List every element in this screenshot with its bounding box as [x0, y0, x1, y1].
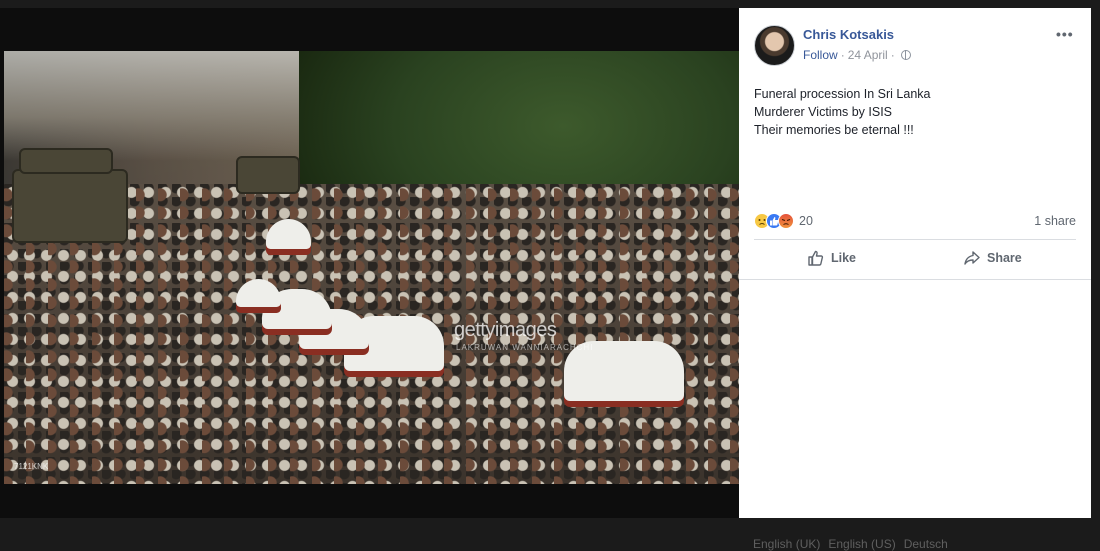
like-button[interactable]: Like: [807, 249, 856, 267]
author-name[interactable]: Chris Kotsakis: [803, 27, 894, 42]
share-count[interactable]: 1 share: [1034, 214, 1076, 228]
post-text-line: Murderer Victims by ISIS: [754, 105, 893, 119]
post-text: Funeral procession In Sri Lanka Murderer…: [754, 85, 1074, 139]
like-label: Like: [831, 251, 857, 265]
photo-viewer: gettyimages LAKRUWAN WANNIARACHCHI 7121K…: [0, 8, 739, 518]
globe-icon: [900, 50, 911, 60]
getty-watermark: gettyimages: [454, 319, 557, 341]
more-options-icon[interactable]: •••: [1056, 26, 1074, 42]
language-links: English (UK) English (US) Deutsch: [753, 537, 948, 551]
post-text-line: Their memories be eternal !!!: [754, 123, 914, 137]
photo-id: 7121KNK: [14, 462, 49, 471]
angry-reaction-icon: [778, 213, 794, 229]
post-photo[interactable]: gettyimages LAKRUWAN WANNIARACHCHI 7121K…: [4, 51, 739, 484]
post-text-line: Funeral procession In Sri Lanka: [754, 87, 931, 101]
language-link[interactable]: English (US): [828, 537, 895, 551]
share-label: Share: [987, 251, 1022, 265]
follow-link[interactable]: Follow: [803, 48, 838, 62]
getty-credit: LAKRUWAN WANNIARACHCHI: [456, 343, 594, 352]
share-button[interactable]: Share: [963, 249, 1022, 267]
meta-separator: ·: [890, 48, 895, 62]
reaction-count: 20: [799, 214, 813, 228]
thumbs-up-icon: [808, 250, 824, 266]
post-meta: Follow · 24 April ·: [803, 48, 911, 62]
language-link[interactable]: Deutsch: [904, 537, 948, 551]
divider: [739, 279, 1091, 280]
photo-bus: [19, 148, 113, 174]
photo-bus: [12, 169, 128, 243]
post-date[interactable]: 24 April: [848, 48, 888, 62]
photo-bus: [236, 156, 300, 194]
meta-separator: ·: [840, 48, 845, 62]
language-link[interactable]: English (UK): [753, 537, 820, 551]
author-avatar[interactable]: [754, 25, 795, 66]
post-panel: Chris Kotsakis Follow · 24 April · ••• F…: [739, 8, 1091, 518]
reaction-summary[interactable]: 20: [754, 213, 813, 229]
divider: [754, 239, 1076, 240]
share-arrow-icon: [964, 251, 980, 265]
